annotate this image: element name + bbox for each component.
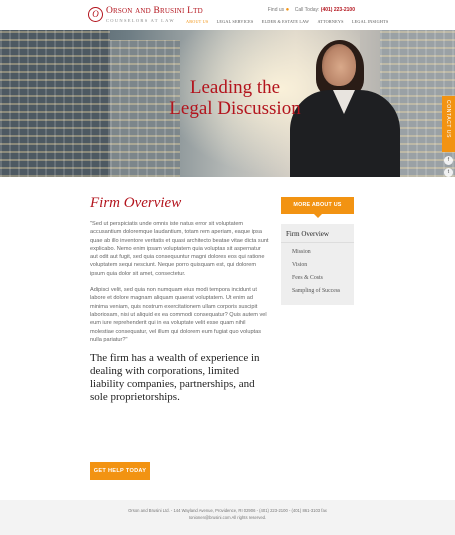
logo-mark-icon: O xyxy=(88,7,103,22)
logo-tagline: COUNSELORS AT LAW xyxy=(106,18,175,23)
overview-paragraph-1: "Sed ut perspiciatis unde omnis iste nat… xyxy=(90,221,269,277)
hero-headline: Leading the Legal Discussion xyxy=(150,77,320,119)
site-footer: Orson and Brusini Ltd. - 144 Wayland Ave… xyxy=(0,500,455,535)
twitter-icon[interactable]: t xyxy=(444,168,453,177)
top-contact-links: Find us ● Call Today: (401) 223-2100 xyxy=(268,7,355,13)
hero-banner: Leading the Legal Discussion CONTACT US … xyxy=(0,30,455,177)
nav-legal-insights[interactable]: LEGAL INSIGHTS xyxy=(352,19,389,24)
sidebar-item-sampling-of-success[interactable]: Sampling of Success xyxy=(292,285,354,298)
overview-paragraph-2: Adipisci velit, sed quia non numquam eiu… xyxy=(90,287,267,343)
nav-elder-estate-law[interactable]: ELDER & ESTATE LAW xyxy=(262,19,309,24)
footer-copyright: Ionionen@brusini.com All rights reserved… xyxy=(188,515,267,520)
main-nav: ABOUT US LEGAL SERVICES ELDER & ESTATE L… xyxy=(186,19,395,24)
page-title: Firm Overview xyxy=(90,195,182,211)
nav-attorneys[interactable]: ATTORNEYS xyxy=(317,19,343,24)
facebook-icon[interactable]: f xyxy=(444,156,453,165)
contact-us-label: CONTACT US xyxy=(445,100,451,139)
sidebar-item-fees-costs[interactable]: Fees & Costs xyxy=(292,272,354,285)
hero-headline-line2: Legal Discussion xyxy=(169,98,301,119)
logo-name: Orson and Brusini Ltd xyxy=(106,6,203,16)
main-content: Firm Overview "Sed ut perspiciatis unde … xyxy=(90,195,270,404)
sidebar-title: Firm Overview xyxy=(281,224,354,243)
nav-legal-services[interactable]: LEGAL SERVICES xyxy=(217,19,254,24)
nav-about-us[interactable]: ABOUT US xyxy=(186,19,208,24)
sidebar-item-vision[interactable]: Vision xyxy=(292,259,354,272)
phone-link[interactable]: (401) 223-2100 xyxy=(321,7,355,13)
call-today-label: Call Today: xyxy=(294,7,320,13)
footer-address: Orson and Brusini Ltd. - 144 Wayland Ave… xyxy=(128,508,327,513)
logo[interactable]: O Orson and Brusini Ltd COUNSELORS AT LA… xyxy=(88,5,203,27)
more-about-us-button[interactable]: MORE ABOUT US xyxy=(281,197,354,218)
firm-quote: The firm has a wealth of experience in d… xyxy=(90,352,260,404)
building-image xyxy=(0,30,110,177)
find-us-link[interactable]: Find us xyxy=(268,7,284,13)
hero-headline-line1: Leading the xyxy=(189,77,281,98)
sidebar-item-mission[interactable]: Mission xyxy=(292,246,354,259)
site-header: O Orson and Brusini Ltd COUNSELORS AT LA… xyxy=(0,0,455,30)
sidebar-menu: Firm Overview Mission Vision Fees & Cost… xyxy=(281,224,354,305)
map-pin-icon: ● xyxy=(285,7,290,13)
contact-us-tab[interactable]: CONTACT US xyxy=(442,96,455,152)
get-help-button[interactable]: GET HELP TODAY xyxy=(90,462,150,480)
